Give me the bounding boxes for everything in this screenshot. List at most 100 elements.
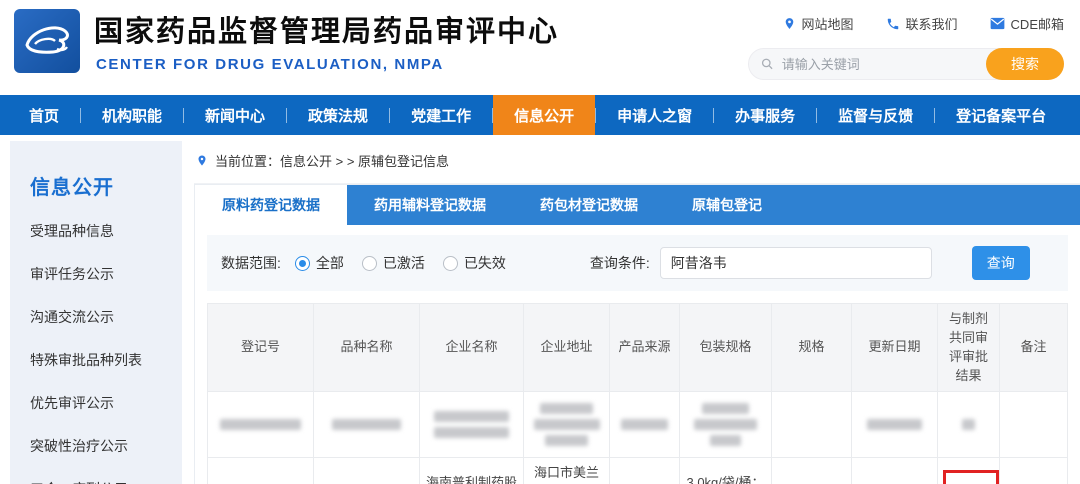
header-quick-links: 网站地图 联系我们 CDE邮箱 <box>783 14 1064 33</box>
nav-item-8[interactable]: 办事服务 <box>714 95 816 135</box>
col-header-company-name: 企业名称 <box>420 304 524 392</box>
scope-label: 数据范围: <box>221 253 281 273</box>
query-label: 查询条件: <box>590 253 650 273</box>
content-area: 当前位置：信息公开 > > 原辅包登记信息 原料药登记数据药用辅料登记数据药包材… <box>194 145 1080 484</box>
scope-radio-3[interactable]: 已失效 <box>443 253 506 273</box>
cell-company-name <box>420 392 524 458</box>
cde-mail-label: CDE邮箱 <box>1011 14 1064 33</box>
col-header-package-spec: 包装规格 <box>680 304 772 392</box>
sidebar-item-4[interactable]: 特殊审批品种列表 <box>30 353 182 367</box>
tab-bar: 原料药登记数据药用辅料登记数据药包材登记数据原辅包登记 <box>195 185 1080 225</box>
col-header-product-name: 品种名称 <box>314 304 420 392</box>
table-row-1 <box>208 392 1068 458</box>
breadcrumb: 当前位置：信息公开 > > 原辅包登记信息 <box>194 145 1080 184</box>
breadcrumb-pin-icon <box>196 153 208 168</box>
sidebar-item-3[interactable]: 沟通交流公示 <box>30 310 182 324</box>
scope-radio-group: 全部 已激活已失效 <box>295 253 506 273</box>
redacted-text-bar <box>710 435 741 446</box>
nav-item-9[interactable]: 监督与反馈 <box>817 95 934 135</box>
cell-company-name: 海南普利制药股份有限公司 <box>420 458 524 484</box>
nav-item-6[interactable]: 信息公开 <box>493 95 595 135</box>
redacted-text-bar <box>702 403 749 414</box>
swan-logo-icon <box>21 19 73 63</box>
sidebar-item-1[interactable]: 受理品种信息 <box>30 224 182 238</box>
cell-update-date <box>852 392 938 458</box>
sidebar: 信息公开 受理品种信息审评任务公示沟通交流公示特殊审批品种列表优先审评公示突破性… <box>10 141 182 484</box>
nav-item-4[interactable]: 政策法规 <box>287 95 389 135</box>
redacted-text-bar <box>434 411 508 422</box>
table-header-row: 登记号品种名称企业名称企业地址产品来源包装规格规格更新日期与制剂共同审评审批结果… <box>208 304 1068 392</box>
sidebar-list: 受理品种信息审评任务公示沟通交流公示特殊审批品种列表优先审评公示突破性治疗公示三… <box>30 224 182 484</box>
cell-company-address <box>524 392 610 458</box>
header-search: 搜索 <box>748 48 1064 80</box>
search-input[interactable] <box>782 57 983 72</box>
query-input[interactable] <box>660 247 932 279</box>
sidebar-item-6[interactable]: 突破性治疗公示 <box>30 439 182 453</box>
table-row-2: Y20200001283阿昔洛韦钠海南普利制药股份有限公司海口市美兰区桂林洋经济… <box>208 458 1068 484</box>
col-header-company-address: 企业地址 <box>524 304 610 392</box>
contact-us-link[interactable]: 联系我们 <box>886 14 958 33</box>
page-title: 国家药品监督管理局药品审评中心 <box>94 8 559 50</box>
highlighted-result-value: A <box>943 470 999 484</box>
breadcrumb-text: 当前位置：信息公开 > > 原辅包登记信息 <box>215 151 449 170</box>
filter-row: 数据范围: 全部 已激活已失效 查询条件: 查询 <box>207 235 1068 291</box>
nav-item-5[interactable]: 党建工作 <box>390 95 492 135</box>
sidebar-title: 信息公开 <box>30 171 182 200</box>
cell-spec <box>772 392 852 458</box>
table-body: Y20200001283阿昔洛韦钠海南普利制药股份有限公司海口市美兰区桂林洋经济… <box>208 392 1068 484</box>
phone-icon <box>886 17 900 31</box>
tab-3[interactable]: 药包材登记数据 <box>513 185 665 225</box>
tab-2[interactable]: 药用辅料登记数据 <box>347 185 513 225</box>
query-button[interactable]: 查询 <box>972 246 1030 280</box>
cell-remark <box>1000 458 1068 484</box>
cell-product-source: 境内生产 <box>610 458 680 484</box>
nav-item-3[interactable]: 新闻中心 <box>184 95 286 135</box>
cell-review-result <box>938 392 1000 458</box>
radio-label: 已激活 <box>383 253 425 273</box>
tab-4[interactable]: 原辅包登记 <box>665 185 789 225</box>
cell-spec <box>772 458 852 484</box>
redacted-text-bar <box>545 435 589 446</box>
mail-icon <box>990 17 1005 30</box>
cell-product-name: 阿昔洛韦钠 <box>314 458 420 484</box>
redacted-text-bar <box>962 419 975 430</box>
redacted-text-bar <box>621 419 668 430</box>
sitemap-link[interactable]: 网站地图 <box>783 14 854 33</box>
col-header-remark: 备注 <box>1000 304 1068 392</box>
cell-product-source <box>610 392 680 458</box>
registration-table: 登记号品种名称企业名称企业地址产品来源包装规格规格更新日期与制剂共同审评审批结果… <box>207 303 1068 484</box>
tab-1[interactable]: 原料药登记数据 <box>195 185 347 225</box>
cell-remark <box>1000 392 1068 458</box>
radio-circle-icon <box>295 256 310 271</box>
redacted-text-bar <box>434 427 508 438</box>
search-button[interactable]: 搜索 <box>986 48 1064 80</box>
cell-update-date: 2025-03-14 <box>852 458 938 484</box>
main-area: 信息公开 受理品种信息审评任务公示沟通交流公示特殊审批品种列表优先审评公示突破性… <box>0 135 1080 484</box>
page-subtitle: CENTER FOR DRUG EVALUATION, NMPA <box>96 56 444 73</box>
nav-item-10[interactable]: 登记备案平台 <box>935 95 1067 135</box>
nav-item-1[interactable]: 首页 <box>8 95 80 135</box>
contact-us-label: 联系我们 <box>906 14 958 33</box>
col-header-review-result: 与制剂共同审评审批结果 <box>938 304 1000 392</box>
location-pin-icon <box>783 16 796 31</box>
search-icon <box>761 57 774 71</box>
scope-radio-2[interactable]: 已激活 <box>362 253 425 273</box>
redacted-text-bar <box>534 419 600 430</box>
cde-logo <box>14 9 80 73</box>
cell-product-name <box>314 392 420 458</box>
cell-review-result: A <box>938 458 1000 484</box>
redacted-text-bar <box>220 419 301 430</box>
cell-company-address: 海口市美兰区桂林洋经济开发区 <box>524 458 610 484</box>
nav-item-2[interactable]: 机构职能 <box>81 95 183 135</box>
sidebar-item-5[interactable]: 优先审评公示 <box>30 396 182 410</box>
redacted-text-bar <box>540 403 593 414</box>
nav-item-7[interactable]: 申请人之窗 <box>596 95 713 135</box>
redacted-text-bar <box>694 419 757 430</box>
scope-radio-1[interactable]: 全部 <box>295 253 344 273</box>
sidebar-item-2[interactable]: 审评任务公示 <box>30 267 182 281</box>
radio-label: 全部 <box>316 253 344 273</box>
cell-package-spec: 3.0kg/袋/桶；8.0kg/袋/桶 <box>680 458 772 484</box>
data-panel: 原料药登记数据药用辅料登记数据药包材登记数据原辅包登记 数据范围: 全部 已激活已… <box>194 184 1080 484</box>
redacted-text-bar <box>332 419 400 430</box>
cde-mail-link[interactable]: CDE邮箱 <box>990 14 1064 33</box>
